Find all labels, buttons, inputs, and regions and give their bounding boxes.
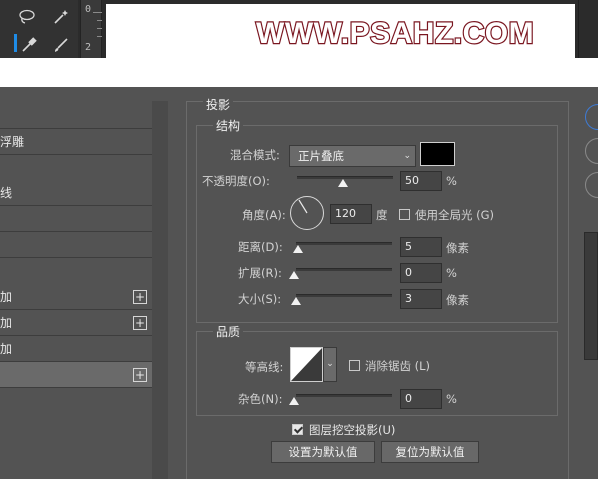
ruler-tick xyxy=(93,12,102,13)
size-label: 大小(S): xyxy=(238,292,282,306)
noise-unit: % xyxy=(446,392,457,406)
document-canvas[interactable]: WWW.PSAHZ.COM xyxy=(106,4,575,58)
panel-title: 投影 xyxy=(203,96,234,113)
canvas-text-layer: WWW.PSAHZ.COM xyxy=(255,16,535,51)
add-style-button[interactable]: + xyxy=(133,367,147,382)
quality-title: 品质 xyxy=(213,323,244,340)
active-tool-indicator xyxy=(14,34,17,52)
noise-slider-thumb[interactable] xyxy=(289,397,299,405)
add-style-button[interactable]: + xyxy=(133,315,147,330)
knockout-checkbox[interactable] xyxy=(292,424,303,435)
ruler-tick xyxy=(97,36,102,37)
quality-group: 品质 等高线: ⌄ 消除锯齿 (L) 杂色(N): 0 % xyxy=(196,323,558,416)
set-default-button[interactable]: 设置为默认值 xyxy=(271,441,375,463)
contour-preview[interactable] xyxy=(290,347,323,382)
spread-slider-track[interactable] xyxy=(296,268,392,271)
add-style-button[interactable]: + xyxy=(133,289,147,304)
ruler-tick xyxy=(97,28,102,29)
drop-shadow-panel: 投影 结构 混合模式: 正片叠底 ⌄ 不透明度(O): 50 % 角度(A): … xyxy=(186,96,569,479)
spread-input[interactable]: 0 xyxy=(400,263,442,283)
antialias-checkbox[interactable] xyxy=(349,360,360,371)
magic-wand-icon[interactable] xyxy=(50,6,72,28)
lasso-icon[interactable] xyxy=(16,6,38,28)
style-item[interactable] xyxy=(0,232,152,258)
top-toolbar-strip: 0 2 WWW.PSAHZ.COM xyxy=(0,0,598,58)
blend-mode-label: 混合模式: xyxy=(230,148,280,162)
canvas-scrollbar[interactable] xyxy=(578,0,598,58)
style-item[interactable] xyxy=(0,206,152,232)
ruler-mark: 0 xyxy=(85,4,92,15)
style-item[interactable]: 加 xyxy=(0,336,152,362)
distance-slider-thumb[interactable] xyxy=(293,245,303,253)
style-item[interactable]: 浮雕 xyxy=(0,129,152,155)
style-item-label: 加 xyxy=(0,290,13,304)
style-list-scrollbar[interactable] xyxy=(152,101,168,479)
blend-mode-value: 正片叠底 xyxy=(298,149,344,163)
distance-input[interactable]: 5 xyxy=(400,237,442,257)
opacity-label: 不透明度(O): xyxy=(202,174,270,188)
spread-unit: % xyxy=(446,266,457,280)
global-light-label: 使用全局光 (G) xyxy=(415,208,495,222)
style-item-label: 线 xyxy=(0,186,13,200)
vertical-ruler: 0 2 xyxy=(80,0,102,58)
knockout-label: 图层挖空投影(U) xyxy=(309,423,396,437)
shadow-color-swatch[interactable] xyxy=(420,142,455,166)
noise-slider-track[interactable] xyxy=(296,394,392,397)
size-slider-track[interactable] xyxy=(296,294,392,297)
cancel-button[interactable] xyxy=(585,138,598,164)
opacity-slider-thumb[interactable] xyxy=(338,179,348,187)
style-item-label: 浮雕 xyxy=(0,135,25,149)
ok-button[interactable] xyxy=(585,104,598,130)
style-item-selected[interactable]: + xyxy=(0,362,152,388)
noise-input[interactable]: 0 xyxy=(400,389,442,409)
angle-dial[interactable] xyxy=(289,195,325,231)
global-light-checkbox[interactable] xyxy=(399,209,410,220)
noise-label: 杂色(N): xyxy=(238,392,283,406)
chevron-down-icon: ⌄ xyxy=(403,151,411,161)
distance-unit: 像素 xyxy=(446,241,469,255)
contour-dropdown-chevron-icon[interactable]: ⌄ xyxy=(323,347,337,382)
style-item-label: 加 xyxy=(0,316,13,330)
style-preview xyxy=(584,232,598,360)
size-input[interactable]: 3 xyxy=(400,289,442,309)
angle-unit: 度 xyxy=(376,208,388,222)
structure-title: 结构 xyxy=(213,117,244,134)
reset-default-button[interactable]: 复位为默认值 xyxy=(381,441,479,463)
layer-style-list: 浮雕 线 加 + 加 + 加 + xyxy=(0,101,168,479)
style-item[interactable]: 线 xyxy=(0,180,152,206)
blend-mode-select[interactable]: 正片叠底 ⌄ xyxy=(289,145,416,167)
distance-slider-track[interactable] xyxy=(296,242,392,245)
new-style-button[interactable] xyxy=(585,172,598,198)
size-slider-thumb[interactable] xyxy=(291,297,301,305)
eyedropper-icon[interactable] xyxy=(18,34,40,56)
style-item[interactable]: 加 + xyxy=(0,284,152,310)
style-item-label: 加 xyxy=(0,342,13,356)
contour-label: 等高线: xyxy=(245,360,284,374)
distance-label: 距离(D): xyxy=(238,240,283,254)
angle-label: 角度(A): xyxy=(242,208,286,222)
structure-group: 结构 混合模式: 正片叠底 ⌄ 不透明度(O): 50 % 角度(A): 120… xyxy=(196,117,558,323)
antialias-label: 消除锯齿 (L) xyxy=(365,359,431,373)
tools-panel xyxy=(0,0,78,58)
opacity-input[interactable]: 50 xyxy=(400,171,442,191)
angle-input[interactable]: 120 xyxy=(330,204,372,224)
style-item[interactable]: 加 + xyxy=(0,310,152,336)
separator-band xyxy=(0,58,598,87)
spread-label: 扩展(R): xyxy=(238,266,282,280)
ruler-mark: 2 xyxy=(85,42,92,53)
spread-slider-thumb[interactable] xyxy=(289,271,299,279)
ruler-tick xyxy=(97,20,102,21)
size-unit: 像素 xyxy=(446,293,469,307)
opacity-unit: % xyxy=(446,174,457,188)
brush-icon[interactable] xyxy=(50,34,72,56)
style-item[interactable] xyxy=(0,103,152,129)
